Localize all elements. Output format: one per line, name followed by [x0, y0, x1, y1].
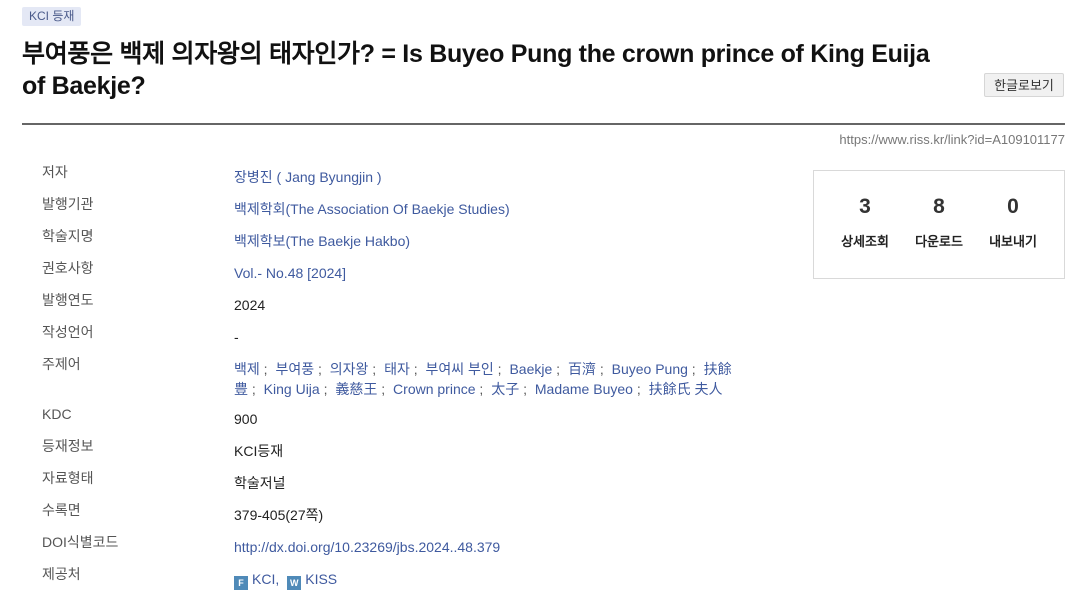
doi-label: DOI식별코드	[42, 534, 119, 550]
keyword-separator: ;	[377, 381, 390, 397]
row-doi: DOI식별코드 http://dx.doi.org/10.23269/jbs.2…	[22, 532, 782, 564]
provider-link[interactable]: KCI,	[252, 571, 279, 587]
stat-downloads: 8 다운로드	[902, 195, 976, 278]
stat-label: 내보내기	[989, 234, 1037, 249]
material-type-label: 자료형태	[42, 470, 94, 486]
stat-value: 0	[1007, 195, 1019, 218]
keyword-link[interactable]: Buyeo Pung	[612, 361, 688, 377]
row-issue: 권호사항 Vol.- No.48 [2024]	[22, 258, 782, 290]
publisher-link[interactable]: 백제학회(The Association Of Baekje Studies)	[234, 201, 510, 217]
stat-value: 8	[933, 195, 945, 218]
kci-badge: KCI 등재	[22, 7, 82, 26]
keyword-link[interactable]: 의자왕	[330, 361, 369, 377]
page-title: 부여풍은 백제 의자왕의 태자인가? = Is Buyeo Pung the c…	[22, 40, 930, 100]
row-material-type: 자료형태 학술저널	[22, 468, 782, 500]
journal-label: 학술지명	[42, 228, 94, 244]
publisher-label: 발행기관	[42, 196, 94, 212]
stat-exports: 0 내보내기	[976, 195, 1050, 278]
language-label: 작성언어	[42, 324, 94, 340]
keyword-separator: ;	[475, 381, 488, 397]
provider-logo-icon: F	[234, 576, 248, 590]
language-value: -	[234, 329, 239, 345]
permalink-url[interactable]: https://www.riss.kr/link?id=A109101177	[839, 132, 1065, 147]
keyword-separator: ;	[519, 381, 531, 397]
registration-label: 등재정보	[42, 438, 94, 454]
pages-value: 379-405(27쪽)	[234, 507, 324, 523]
stat-detail-views: 3 상세조회	[828, 195, 902, 278]
keywords-label: 주제어	[42, 356, 81, 372]
issue-label: 권호사항	[42, 260, 94, 276]
view-korean-button[interactable]: 한글로보기	[984, 73, 1064, 97]
pages-label: 수록면	[42, 502, 81, 518]
stat-value: 3	[859, 195, 871, 218]
issue-link[interactable]: Vol.- No.48 [2024]	[234, 265, 346, 281]
keyword-separator: ;	[319, 381, 332, 397]
keyword-separator: ;	[552, 361, 564, 377]
stat-label: 상세조회	[841, 234, 889, 249]
row-year: 발행연도 2024	[22, 290, 782, 322]
doi-link[interactable]: http://dx.doi.org/10.23269/jbs.2024..48.…	[234, 539, 500, 555]
keyword-separator: ;	[259, 361, 272, 377]
title-divider	[22, 123, 1065, 125]
keyword-separator: ;	[493, 361, 506, 377]
provider-logo-icon: W	[287, 576, 302, 590]
keyword-separator: ;	[632, 381, 645, 397]
keywords-list: 백제 ; 부여풍 ; 의자왕 ; 태자 ; 부여씨 부인 ; Baekje ; …	[234, 354, 734, 399]
stat-label: 다운로드	[915, 234, 963, 249]
keyword-link[interactable]: 太子	[491, 381, 519, 397]
provider-link[interactable]: KISS	[305, 571, 337, 587]
kdc-value: 900	[234, 411, 258, 427]
keyword-separator: ;	[687, 361, 700, 377]
keyword-link[interactable]: 부여씨 부인	[426, 361, 494, 377]
row-provider: 제공처 F KCI, W KISS	[22, 564, 782, 596]
metadata-table: 저자 장병진 ( Jang Byungjin ) 발행기관 백제학회(The A…	[22, 162, 782, 596]
keyword-separator: ;	[409, 361, 422, 377]
provider-label: 제공처	[42, 566, 81, 582]
row-registration: 등재정보 KCI등재	[22, 436, 782, 468]
stats-box: 3 상세조회 8 다운로드 0 내보내기	[813, 170, 1065, 279]
provider-item[interactable]: W KISS	[287, 571, 337, 590]
keyword-link[interactable]: Crown prince	[393, 381, 475, 397]
row-language: 작성언어 -	[22, 322, 782, 354]
row-journal: 학술지명 백제학보(The Baekje Hakbo)	[22, 226, 782, 258]
author-link[interactable]: 장병진 ( Jang Byungjin )	[234, 169, 382, 185]
journal-link[interactable]: 백제학보(The Baekje Hakbo)	[234, 233, 410, 249]
keyword-separator: ;	[248, 381, 260, 397]
keyword-separator: ;	[595, 361, 608, 377]
keyword-separator: ;	[368, 361, 381, 377]
row-publisher: 발행기관 백제학회(The Association Of Baekje Stud…	[22, 194, 782, 226]
year-label: 발행연도	[42, 292, 94, 308]
provider-item[interactable]: F KCI,	[234, 571, 279, 590]
author-label: 저자	[42, 164, 68, 180]
provider-list: F KCI, W KISS	[234, 564, 782, 590]
keyword-link[interactable]: 태자	[384, 361, 410, 377]
keyword-link[interactable]: 義慈王	[335, 381, 377, 397]
keyword-link[interactable]: 扶餘氏 夫人	[649, 381, 723, 397]
row-keywords: 주제어 백제 ; 부여풍 ; 의자왕 ; 태자 ; 부여씨 부인 ; Baekj…	[22, 354, 782, 404]
year-value: 2024	[234, 297, 266, 313]
keyword-link[interactable]: King Uija	[264, 381, 320, 397]
keyword-link[interactable]: 百濟	[568, 361, 596, 377]
keyword-link[interactable]: Madame Buyeo	[535, 381, 633, 397]
registration-value: KCI등재	[234, 443, 284, 459]
keyword-link[interactable]: 부여풍	[275, 361, 314, 377]
material-type-value: 학술저널	[234, 475, 286, 491]
row-author: 저자 장병진 ( Jang Byungjin )	[22, 162, 782, 194]
keyword-separator: ;	[314, 361, 326, 377]
kdc-label: KDC	[42, 406, 72, 422]
row-kdc: KDC 900	[22, 404, 782, 436]
keyword-link[interactable]: 백제	[234, 361, 260, 377]
keyword-link[interactable]: Baekje	[509, 361, 552, 377]
row-pages: 수록면 379-405(27쪽)	[22, 500, 782, 532]
